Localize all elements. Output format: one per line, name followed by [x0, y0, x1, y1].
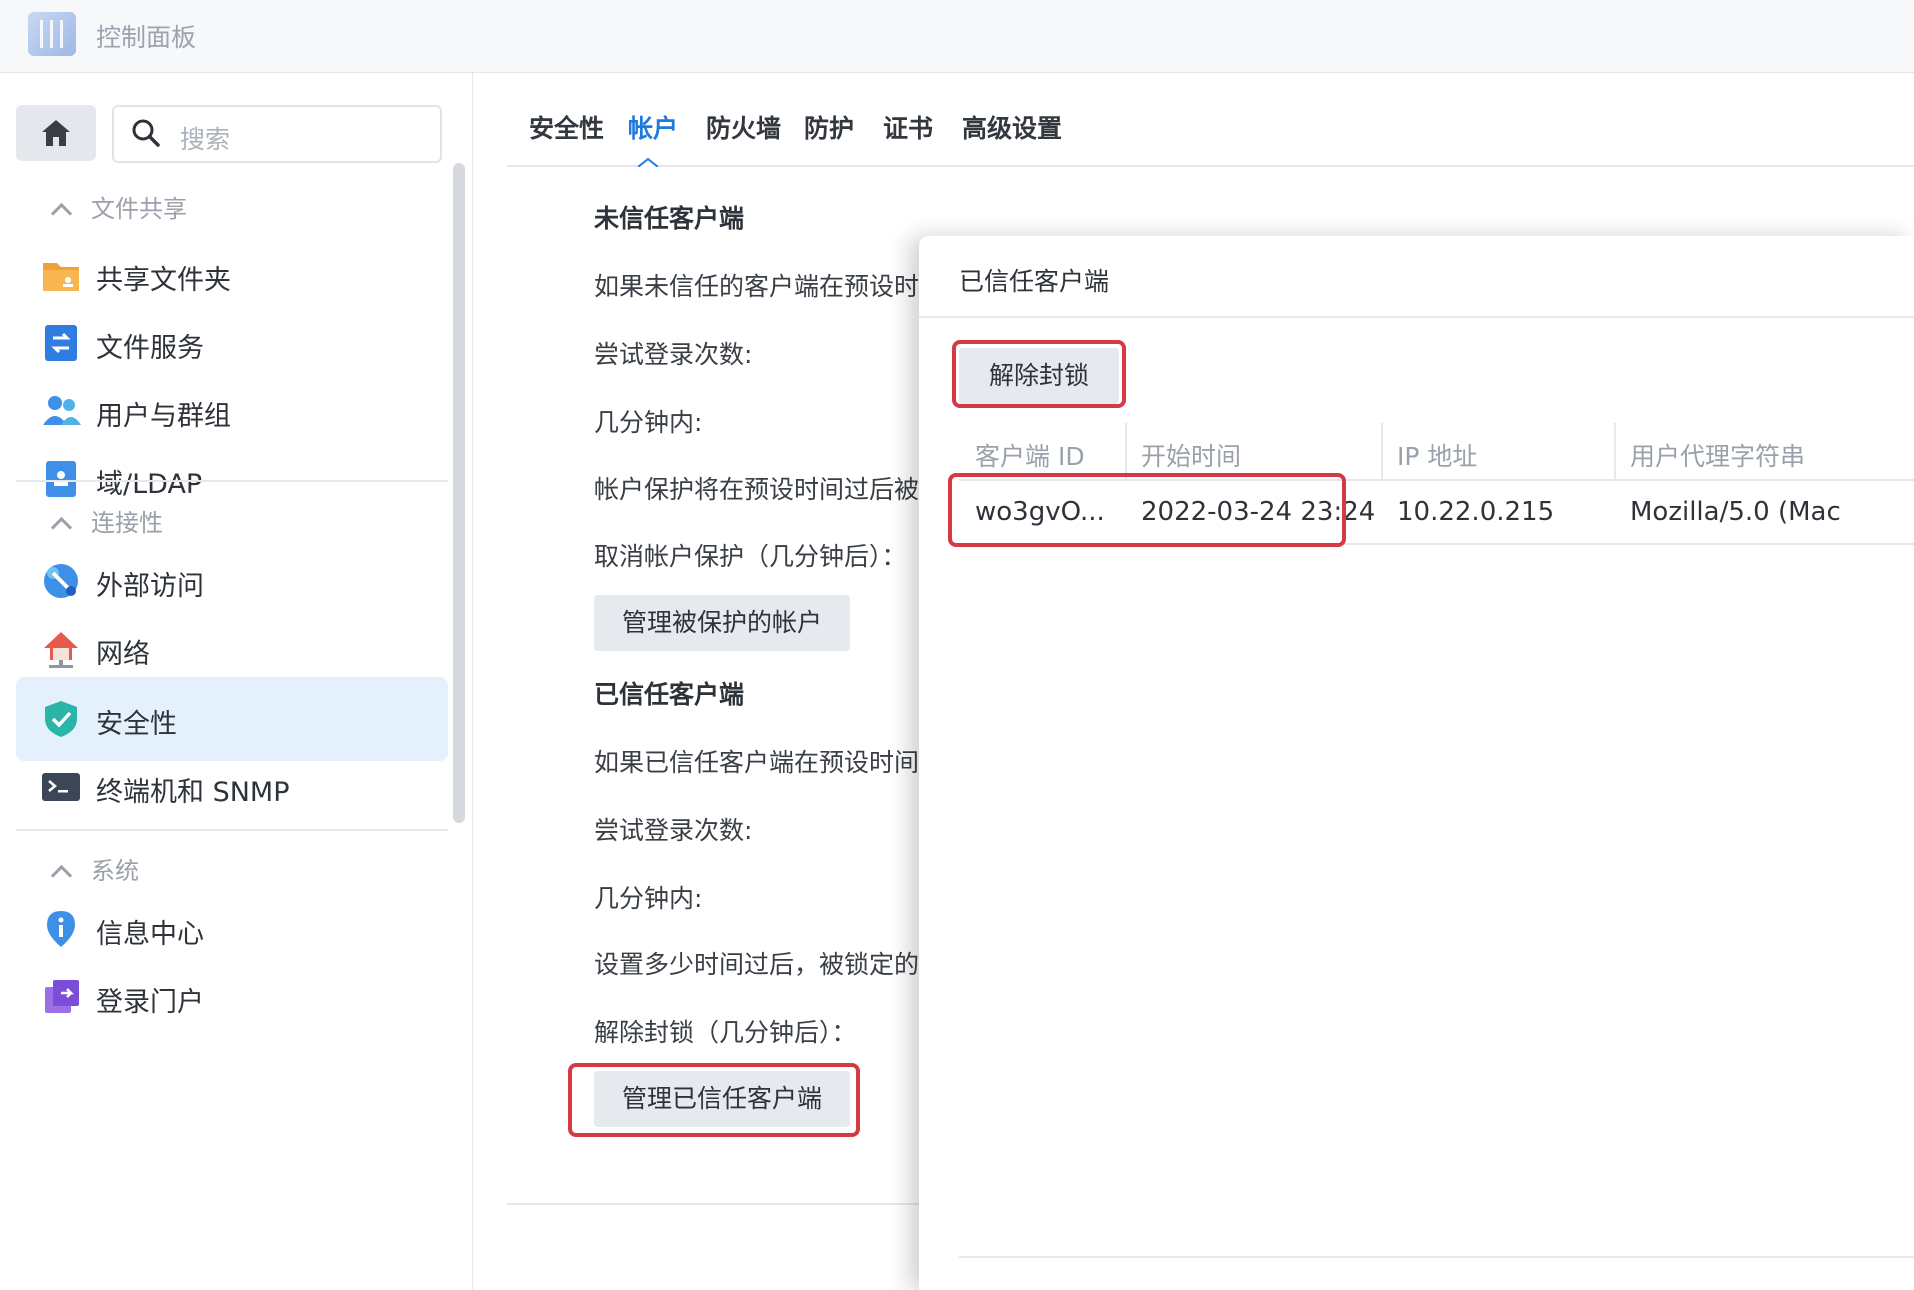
sidebar-item-label: 信息中心: [96, 919, 204, 950]
search-input[interactable]: 搜索: [112, 105, 442, 163]
trusted-section-title: 已信任客户端: [594, 680, 745, 709]
sidebar-item-label: 文件服务: [96, 333, 204, 364]
domain-ldap-icon: [46, 461, 76, 497]
tab-firewall[interactable]: 防火墙: [706, 109, 781, 145]
tab-security[interactable]: 安全性: [529, 109, 604, 145]
dialog-title: 已信任客户端: [959, 267, 1110, 296]
tab-protection[interactable]: 防护: [804, 109, 854, 145]
control-panel-icon: [28, 12, 76, 56]
info-center-icon: [47, 911, 75, 947]
cell-user-agent: Mozilla/5.0 (Mac: [1630, 497, 1841, 527]
column-separator[interactable]: [1381, 423, 1383, 479]
group-system[interactable]: 系统: [48, 851, 139, 887]
sidebar-item-label: 用户与群组: [96, 401, 231, 432]
setting-label: 如果已信任客户端在预设时间: [594, 748, 920, 777]
external-access-icon: [44, 564, 78, 598]
sidebar-item-label: 网络: [96, 639, 150, 670]
setting-label: 设置多少时间过后，被锁定的: [594, 950, 920, 979]
chevron-up-icon: [50, 864, 73, 887]
sidebar-item-terminal-snmp[interactable]: 终端机和 SNMP: [16, 745, 448, 829]
setting-label: 几分钟内:: [594, 408, 703, 437]
sidebar-item-label: 安全性: [96, 709, 177, 740]
setting-label: 取消帐户保护（几分钟后）：: [594, 542, 907, 571]
sidebar-item-label: 外部访问: [96, 571, 204, 602]
terminal-icon: [42, 773, 80, 801]
folder-share-icon: [43, 263, 79, 291]
manage-protected-accounts-button[interactable]: 管理被保护的帐户: [594, 595, 851, 651]
sidebar-item-label: 登录门户: [96, 987, 204, 1018]
sidebar-item-login-portal[interactable]: 登录门户: [16, 955, 448, 1039]
setting-label: 尝试登录次数:: [594, 816, 753, 845]
column-separator[interactable]: [1614, 423, 1616, 479]
sidebar-item-label: 终端机和 SNMP: [96, 777, 290, 808]
search-placeholder: 搜索: [180, 125, 231, 154]
cell-ip: 10.22.0.215: [1397, 497, 1555, 527]
chevron-up-icon: [50, 202, 73, 225]
column-header-ip[interactable]: IP 地址: [1397, 437, 1477, 473]
users-icon: [43, 396, 81, 425]
home-button[interactable]: [16, 105, 96, 161]
sidebar: 搜索 文件共享 共享文件夹 文件服务 用户与群组 域/LDAP 连接性 外部访问…: [0, 73, 473, 1290]
login-portal-icon: [45, 980, 79, 1013]
search-icon: [132, 119, 160, 147]
chevron-up-icon: [50, 516, 73, 539]
setting-label: 如果未信任的客户端在预设时: [594, 272, 920, 301]
trusted-clients-dialog: 已信任客户端 解除封锁 客户端 ID 开始时间 IP 地址 用户代理字符串 wo…: [919, 236, 1914, 1290]
setting-label: 帐户保护将在预设时间过后被: [594, 475, 920, 504]
active-tab-indicator: [638, 157, 658, 167]
setting-label: 解除封锁（几分钟后）：: [594, 1018, 857, 1047]
security-shield-icon: [45, 701, 77, 737]
highlight-box: [948, 473, 1346, 547]
sidebar-scrollbar[interactable]: [453, 163, 465, 823]
setting-label: 尝试登录次数:: [594, 340, 753, 369]
group-connectivity[interactable]: 连接性: [48, 503, 163, 539]
file-services-icon: [45, 325, 77, 361]
column-header-start-time[interactable]: 开始时间: [1141, 437, 1241, 473]
sidebar-item-label: 共享文件夹: [96, 265, 231, 296]
sidebar-divider: [16, 829, 448, 831]
column-separator[interactable]: [1125, 423, 1127, 479]
window-title: 控制面板: [96, 23, 197, 52]
setting-label: 几分钟内:: [594, 884, 703, 913]
dialog-header-divider: [919, 316, 1914, 318]
sidebar-divider: [16, 480, 448, 482]
home-icon: [42, 120, 70, 146]
dialog-footer-divider: [959, 1256, 1914, 1258]
highlight-box: [952, 340, 1126, 408]
tab-certificate[interactable]: 证书: [883, 109, 933, 145]
column-header-user-agent[interactable]: 用户代理字符串: [1630, 437, 1805, 473]
untrusted-section-title: 未信任客户端: [594, 204, 745, 233]
network-icon: [44, 632, 78, 668]
highlight-box: [568, 1063, 860, 1137]
title-bar: 控制面板: [0, 0, 1914, 73]
tab-bar: 安全性 帐户 防火墙 防护 证书 高级设置: [507, 73, 1914, 167]
group-file-sharing[interactable]: 文件共享: [48, 189, 187, 225]
column-header-client-id[interactable]: 客户端 ID: [975, 437, 1085, 473]
tab-account[interactable]: 帐户: [628, 109, 678, 145]
tab-advanced[interactable]: 高级设置: [962, 109, 1062, 145]
